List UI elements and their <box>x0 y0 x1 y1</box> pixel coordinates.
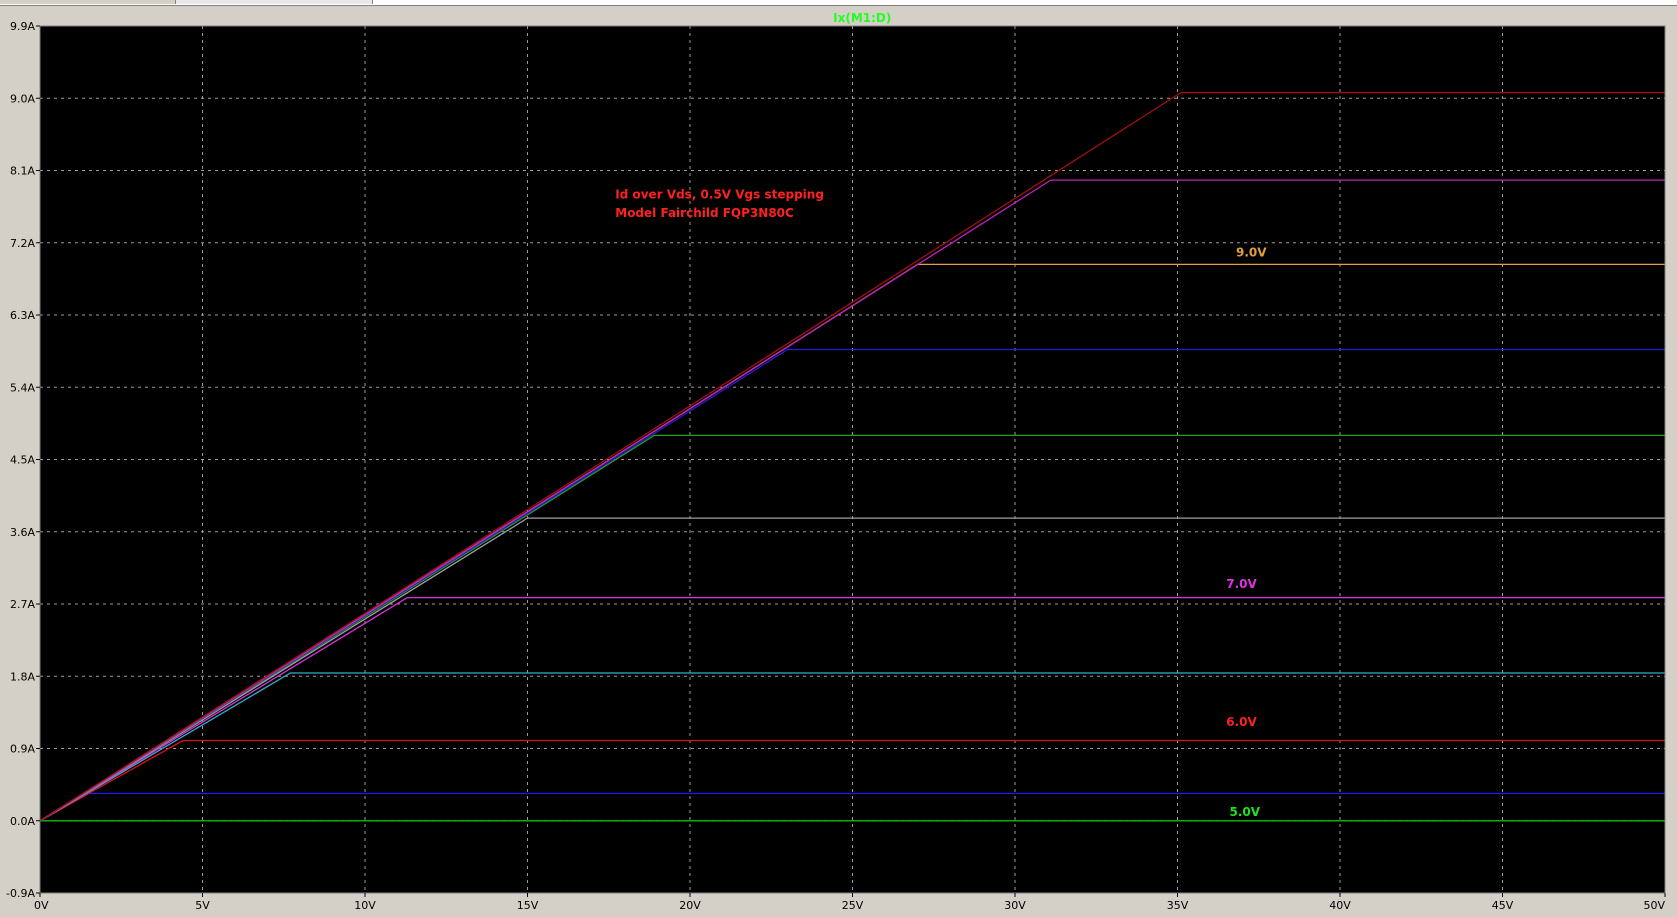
y-tick-label: 4.5A <box>10 454 35 467</box>
x-tick-label: 35V <box>1167 899 1189 912</box>
y-tick-label: 6.3A <box>10 309 35 322</box>
annotation-text-6: 5.0V <box>1230 805 1261 819</box>
annotation-text-1: Id over Vds, 0.5V Vgs stepping <box>615 188 824 202</box>
x-tick-label: 10V <box>354 899 376 912</box>
x-tick-label: 20V <box>679 899 701 912</box>
tab-inactive[interactable] <box>0 0 176 4</box>
annotation-text-3: 9.0V <box>1236 245 1267 259</box>
x-tick-label: 45V <box>1492 899 1514 912</box>
y-tick-label: 8.1A <box>10 165 35 178</box>
y-tick-label: 5.4A <box>10 381 35 394</box>
tab-active[interactable] <box>176 0 373 4</box>
y-tick-label: 3.6A <box>10 526 35 539</box>
waveform-plot[interactable]: 0V 5V 10V 15V 20V 25V 30V 35V 40V 45V 50V -0.9A 0.0A… <box>0 6 1677 917</box>
x-tick-label: 15V <box>517 899 539 912</box>
x-tick-label: 0V <box>34 899 49 912</box>
trace-title[interactable]: Ix(M1:D) <box>833 11 891 25</box>
y-tick-label: 9.9A <box>10 20 35 33</box>
y-tick-label: 7.2A <box>10 237 35 250</box>
x-tick-label: 25V <box>842 899 864 912</box>
x-tick-label: 30V <box>1004 899 1026 912</box>
y-tick-label: -0.9A <box>6 887 35 900</box>
y-tick-label: 9.0A <box>10 92 35 105</box>
x-tick-label: 40V <box>1329 899 1351 912</box>
annotation-text-4: 7.0V <box>1226 577 1257 591</box>
x-tick-label: 5V <box>195 899 210 912</box>
y-tick-label: 0.0A <box>10 815 35 828</box>
annotation-text-2: Model Fairchild FQP3N80C <box>615 206 794 220</box>
y-tick-label: 0.9A <box>10 743 35 756</box>
annotation-text-5: 6.0V <box>1226 715 1257 729</box>
waveform-window: 0V 5V 10V 15V 20V 25V 30V 35V 40V 45V 50V -0.9A 0.0A… <box>0 0 1677 917</box>
y-tick-label: 1.8A <box>10 670 35 683</box>
x-tick-label: 50V <box>1643 899 1665 912</box>
y-tick-label: 2.7A <box>10 598 35 611</box>
